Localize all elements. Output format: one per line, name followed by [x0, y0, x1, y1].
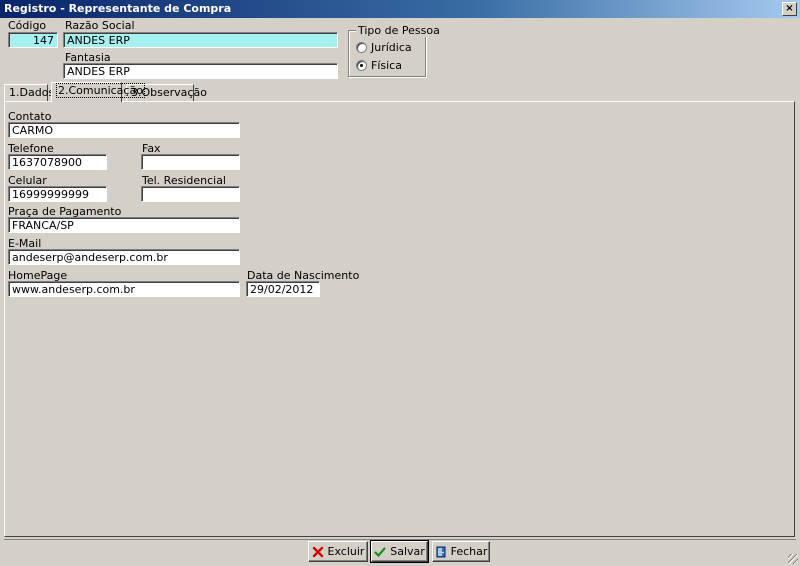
salvar-button[interactable]: Salvar [370, 540, 429, 563]
tab-panel [4, 101, 795, 537]
celular-field[interactable]: 16999999999 [8, 186, 107, 202]
codigo-label: Código [8, 19, 47, 32]
radio-juridica[interactable]: Jurídica [356, 41, 412, 54]
radio-fisica[interactable]: Física [356, 59, 402, 72]
salvar-label: Salvar [390, 545, 425, 558]
fechar-label: Fechar [450, 545, 488, 558]
window-title: Registro - Representante de Compra [4, 2, 232, 15]
radio-fisica-icon[interactable] [356, 60, 367, 71]
radio-juridica-icon[interactable] [356, 42, 367, 53]
razao-social-label: Razão Social [65, 19, 135, 32]
tipo-pessoa-title: Tipo de Pessoa [356, 24, 442, 37]
fax-field[interactable] [141, 154, 240, 170]
check-icon [374, 546, 386, 557]
fechar-button[interactable]: Fechar [432, 541, 490, 562]
tab-dados-label: 1.Dados [9, 86, 55, 99]
fantasia-field[interactable]: ANDES ERP [63, 63, 338, 79]
data-nascimento-field[interactable]: 29/02/2012 [246, 281, 320, 297]
excluir-label: Excluir [327, 545, 365, 558]
tab-comunicacao[interactable]: 2.Comunicação [51, 82, 145, 102]
email-field[interactable]: andeserp@andeserp.com.br [8, 249, 240, 265]
codigo-field[interactable]: 147 [8, 32, 58, 48]
excluir-button[interactable]: Excluir [308, 541, 368, 562]
radio-fisica-label: Física [371, 59, 402, 72]
praca-pagamento-field[interactable]: FRANCA/SP [8, 217, 240, 233]
title-bar: Registro - Representante de Compra × [0, 0, 800, 18]
tab-comunicacao-label: 2.Comunicação [56, 83, 145, 98]
tel-residencial-field[interactable] [141, 186, 240, 202]
resize-grip[interactable] [788, 554, 798, 564]
x-icon [312, 546, 323, 557]
razao-social-field[interactable]: ANDES ERP [63, 32, 338, 48]
close-button[interactable]: × [782, 2, 797, 16]
door-icon [436, 546, 446, 557]
tab-dados[interactable]: 1.Dados [4, 84, 54, 101]
telefone-field[interactable]: 1637078900 [8, 154, 107, 170]
radio-juridica-label: Jurídica [371, 41, 412, 54]
contato-field[interactable]: CARMO [8, 122, 240, 138]
homepage-field[interactable]: www.andeserp.com.br [8, 281, 240, 297]
